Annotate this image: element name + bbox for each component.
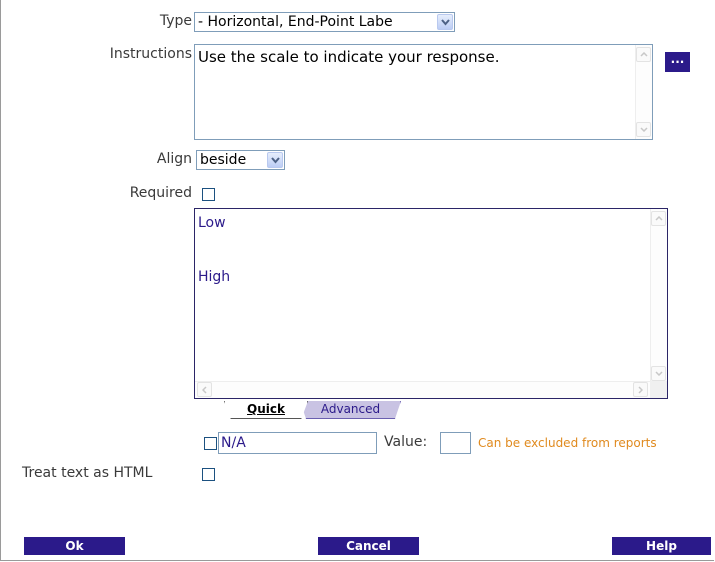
tab-quick-label: Quick xyxy=(247,402,285,416)
align-select[interactable]: beside xyxy=(196,150,285,170)
html-label: Treat text as HTML xyxy=(22,465,153,481)
scrollbar-corner xyxy=(650,381,667,398)
instructions-label: Instructions xyxy=(109,46,192,62)
type-label: Type xyxy=(159,13,192,29)
tab-advanced[interactable]: Advanced xyxy=(300,401,401,419)
chevron-down-icon[interactable] xyxy=(437,14,453,30)
tab-quick[interactable]: Quick xyxy=(224,401,308,419)
required-checkbox[interactable] xyxy=(202,188,215,201)
scale-labels-vscroll[interactable] xyxy=(650,209,667,381)
required-label: Required xyxy=(129,185,192,201)
scale-label-high: High xyxy=(198,269,231,285)
scroll-up-icon[interactable] xyxy=(651,211,666,226)
scale-labels-hscroll[interactable] xyxy=(195,381,650,398)
instructions-scrollbar[interactable] xyxy=(635,45,652,139)
value-label: Value: xyxy=(384,434,428,450)
cancel-button[interactable]: Cancel xyxy=(318,537,419,555)
na-checkbox[interactable] xyxy=(204,437,217,450)
instructions-text: Use the scale to indicate your response. xyxy=(198,48,500,66)
chevron-down-icon[interactable] xyxy=(267,152,283,168)
help-button[interactable]: Help xyxy=(612,537,711,555)
exclude-note: Can be excluded from reports xyxy=(478,436,657,450)
align-select-value: beside xyxy=(200,152,247,168)
type-select-value: - Horizontal, End-Point Labe xyxy=(198,14,393,30)
tab-advanced-label: Advanced xyxy=(320,402,381,416)
scroll-up-icon[interactable] xyxy=(636,47,651,62)
scroll-down-icon[interactable] xyxy=(636,122,651,137)
scroll-left-icon[interactable] xyxy=(197,382,212,397)
instructions-textarea[interactable]: Use the scale to indicate your response. xyxy=(194,44,653,140)
html-checkbox[interactable] xyxy=(202,468,215,481)
scale-labels-textarea[interactable]: Low High xyxy=(194,208,668,399)
na-text-input[interactable]: N/A xyxy=(218,432,377,454)
na-value-input[interactable] xyxy=(440,432,471,454)
scroll-down-icon[interactable] xyxy=(651,366,666,381)
scroll-right-icon[interactable] xyxy=(633,382,648,397)
type-select[interactable]: - Horizontal, End-Point Labe xyxy=(194,12,455,32)
instructions-editor-button[interactable]: ... xyxy=(665,52,690,72)
ok-button[interactable]: Ok xyxy=(24,537,125,555)
align-label: Align xyxy=(156,151,192,167)
scale-label-low: Low xyxy=(198,215,226,231)
